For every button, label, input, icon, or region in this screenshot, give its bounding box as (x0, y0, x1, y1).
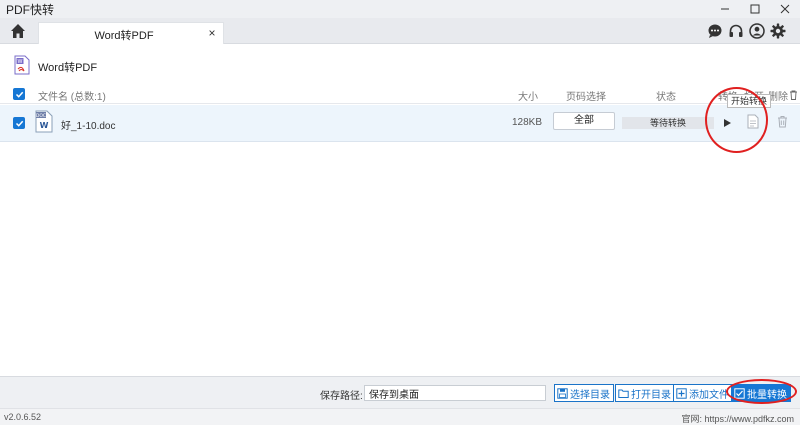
maximize-button[interactable] (740, 0, 770, 18)
header-page-select: 页码选择 (566, 92, 606, 103)
bottom-bar: 保存路径: 选择目录 打开目录 添加文件 批量转换 (0, 376, 800, 408)
header-filename: 文件名 (总数:1) (38, 92, 106, 103)
svg-text:W: W (40, 121, 49, 130)
file-row[interactable]: DOC W 好_1-10.doc 128KB 全部 等待转换 (0, 105, 800, 142)
open-directory-button[interactable]: 打开目录 (615, 384, 675, 402)
save-path-label: 保存路径: (320, 391, 363, 402)
main-panel: W Word转PDF 文件名 (总数:1) 大小 页码选择 状态 转换 打开 删… (0, 44, 800, 376)
convert-icon (734, 387, 745, 399)
version-label: v2.0.6.52 (4, 412, 42, 422)
title-bar: PDF快转 (0, 0, 800, 18)
row-checkbox[interactable] (13, 117, 25, 129)
plus-icon (676, 387, 687, 399)
folder-icon (618, 389, 629, 398)
open-directory-label: 打开目录 (631, 389, 671, 401)
add-file-button[interactable]: 添加文件 (673, 384, 733, 402)
header-size: 大小 (518, 92, 538, 103)
trash-icon[interactable] (777, 115, 788, 131)
gear-icon[interactable] (770, 23, 786, 39)
batch-convert-label: 批量转换 (747, 389, 787, 401)
home-icon[interactable] (10, 23, 26, 39)
tab-close-icon[interactable]: × (205, 26, 219, 40)
website-link[interactable]: 官网: https://www.pdfkz.com (681, 412, 794, 425)
close-window-button[interactable] (770, 0, 800, 18)
chat-icon[interactable] (707, 23, 723, 39)
feature-title: Word转PDF (38, 62, 98, 74)
status-badge: 等待转换 (622, 117, 714, 129)
tab-word-to-pdf[interactable]: Word转PDF × (38, 22, 224, 44)
word-file-icon: DOC W (35, 110, 53, 133)
choose-directory-label: 选择目录 (570, 389, 610, 401)
page-range-select[interactable]: 全部 (553, 112, 615, 130)
svg-text:DOC: DOC (36, 113, 46, 119)
add-file-label: 添加文件 (689, 389, 729, 401)
status-bar: v2.0.6.52 官网: https://www.pdfkz.com (0, 408, 800, 425)
save-path-field[interactable] (364, 385, 546, 401)
tab-label: Word转PDF (94, 30, 154, 42)
svg-text:W: W (18, 59, 23, 65)
file-name: 好_1-10.doc (61, 121, 116, 132)
word-to-pdf-icon: W (14, 55, 30, 75)
user-icon[interactable] (749, 23, 765, 39)
header-status: 状态 (656, 92, 676, 103)
headset-icon[interactable] (728, 23, 744, 39)
app-title: PDF快转 (6, 3, 55, 17)
start-convert-tooltip: 开始转换 (727, 94, 772, 108)
tab-bar: Word转PDF × (0, 18, 800, 44)
document-icon[interactable] (747, 114, 759, 132)
select-all-checkbox[interactable] (13, 88, 25, 100)
batch-convert-button[interactable]: 批量转换 (731, 384, 791, 402)
delete-all-icon[interactable] (789, 89, 798, 103)
file-size: 128KB (511, 117, 542, 128)
file-list-header: 文件名 (总数:1) 大小 页码选择 状态 转换 打开 删除 (0, 84, 800, 104)
save-icon (557, 387, 568, 399)
minimize-button[interactable] (710, 0, 740, 18)
choose-directory-button[interactable]: 选择目录 (554, 384, 614, 402)
play-icon[interactable] (722, 117, 732, 131)
